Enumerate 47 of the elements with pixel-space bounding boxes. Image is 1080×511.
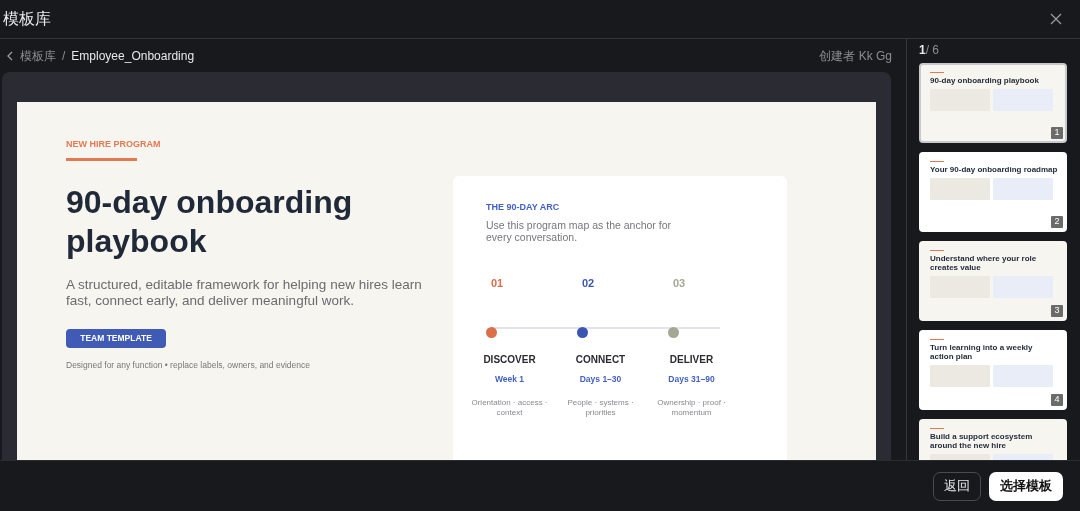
- step-period: Days 31–90: [668, 372, 715, 386]
- thumbnail-title: 90-day onboarding playbook: [930, 76, 1040, 85]
- thumbnail-block: [930, 178, 990, 200]
- step-details: Orientation · access · context: [470, 398, 549, 419]
- team-template-badge: TEAM TEMPLATE: [66, 328, 166, 348]
- creator-label: 创建者 Kk Gg: [819, 47, 892, 65]
- thumbnail-number: 3: [1051, 305, 1063, 317]
- breadcrumb-current: Employee_Onboarding: [71, 47, 195, 65]
- window-title: 模板库: [3, 9, 51, 29]
- step-number: 01: [491, 276, 504, 289]
- step-number: 02: [582, 276, 595, 289]
- card-eyebrow: THE 90-DAY ARC: [486, 201, 561, 214]
- step-period: Week 1: [494, 372, 525, 386]
- breadcrumb-separator: /: [62, 47, 66, 65]
- step-details: Ownership · proof · momentum: [656, 398, 727, 419]
- breadcrumb-link[interactable]: 模板库: [20, 46, 56, 65]
- back-button[interactable]: 返回: [933, 471, 981, 501]
- thumbnail-title: Understand where your role creates value: [930, 254, 1038, 272]
- thumbnail-title: Turn learning into a weekly action plan: [930, 343, 1034, 361]
- step-details: People · systems · priorities: [566, 398, 635, 419]
- close-icon[interactable]: [1049, 12, 1063, 26]
- slide-note: Designed for any function • replace labels, owners, and evidence: [66, 358, 311, 372]
- slide-subtitle: A structured, editable framework for helping new hires learn fast, connect early, and deliver meaningful work.: [66, 276, 423, 309]
- step-number: 03: [673, 276, 686, 289]
- slide-thumbnail[interactable]: Understand where your role creates value 3: [919, 241, 1067, 321]
- slide-title: 90-day onboarding playbook: [66, 182, 354, 261]
- step-name: DISCOVER: [483, 352, 536, 367]
- page-current: 1: [919, 42, 926, 59]
- slide-thumbnail[interactable]: Build a support ecosystem around the new hire: [919, 419, 1067, 460]
- slide-thumbnail[interactable]: Your 90-day onboarding roadmap 2: [919, 152, 1067, 232]
- thumbnail-title: Your 90-day onboarding roadmap: [930, 165, 1058, 174]
- thumbnail-title: Build a support ecosystem around the new hire: [930, 432, 1034, 450]
- thumbnail-number: 2: [1051, 216, 1063, 228]
- card-description: Use this program map as the anchor for every conversation.: [486, 218, 672, 243]
- step-name: DELIVER: [669, 352, 714, 367]
- accent-rule: [66, 157, 137, 161]
- select-template-button[interactable]: 选择模板: [989, 471, 1063, 501]
- page-total: / 6: [925, 42, 940, 59]
- back-icon[interactable]: [6, 50, 14, 61]
- thumbnail-block: [930, 365, 990, 387]
- thumbnail-number: 1: [1051, 127, 1063, 139]
- slide-eyebrow: NEW HIRE PROGRAM: [66, 138, 162, 151]
- slide-thumbnail[interactable]: 90-day onboarding playbook 1: [919, 63, 1067, 143]
- thumbnail-number: 4: [1051, 394, 1063, 406]
- step-period: Days 1–30: [579, 372, 622, 386]
- step-name: CONNECT: [575, 352, 626, 367]
- slide-thumbnail[interactable]: Turn learning into a weekly action plan 4: [919, 330, 1067, 410]
